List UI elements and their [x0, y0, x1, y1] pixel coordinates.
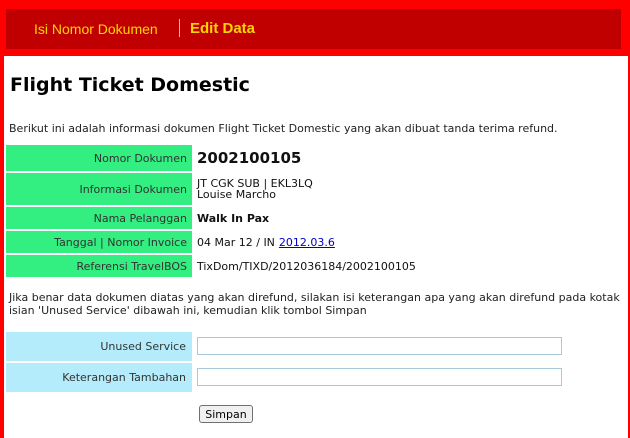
form-row-unused-service: Unused Service — [6, 332, 606, 361]
info-row-nomor-dokumen: Nomor Dokumen 2002100105 — [6, 145, 606, 171]
nama-pelanggan-value: Walk In Pax — [197, 211, 270, 225]
page-title: Flight Ticket Domestic — [10, 74, 250, 96]
info-row-tanggal-invoice: Tanggal | Nomor Invoice 04 Mar 12 / IN 2… — [6, 231, 606, 253]
info-row-nama-pelanggan: Nama Pelanggan Walk In Pax — [6, 207, 606, 229]
info-label: Informasi Dokumen — [6, 173, 192, 205]
form-label: Unused Service — [6, 332, 192, 361]
form-label: Keterangan Tambahan — [6, 363, 192, 392]
info-label: Tanggal | Nomor Invoice — [6, 231, 192, 253]
main-content: Flight Ticket Domestic Berikut ini adala… — [4, 56, 628, 438]
info-label: Nama Pelanggan — [6, 207, 192, 229]
tanggal-text: 04 Mar 12 / IN — [197, 235, 275, 249]
simpan-button[interactable]: Simpan — [199, 405, 253, 423]
passenger-name: Louise Marcho — [197, 188, 276, 201]
informasi-dokumen-value: JT CGK SUB | EKL3LQ Louise Marcho — [197, 173, 313, 205]
keterangan-input[interactable] — [197, 368, 562, 386]
referensi-value: TixDom/TIXD/2012036184/2002100105 — [197, 259, 416, 273]
nav-item-edit-data[interactable]: Edit Data — [190, 20, 255, 38]
instruction-text: Jika benar data dokumen diatas yang akan… — [9, 291, 620, 317]
nav-separator — [179, 19, 180, 37]
info-label: Nomor Dokumen — [6, 145, 192, 171]
nav-bar: Isi Nomor Dokumen Edit Data — [6, 9, 621, 49]
form-row-keterangan: Keterangan Tambahan — [6, 363, 606, 392]
invoice-link[interactable]: 2012.03.6 — [279, 236, 335, 249]
nomor-dokumen-value: 2002100105 — [197, 149, 302, 167]
top-frame — [0, 0, 630, 8]
info-row-referensi: Referensi TravelBOS TixDom/TIXD/20120361… — [6, 255, 606, 277]
nav-item-isi-nomor-dokumen[interactable]: Isi Nomor Dokumen — [34, 20, 158, 38]
intro-text: Berikut ini adalah informasi dokumen Fli… — [9, 122, 558, 135]
tanggal-invoice-value: 04 Mar 12 / IN 2012.03.6 — [197, 231, 335, 253]
unused-service-input[interactable] — [197, 337, 562, 355]
info-row-informasi-dokumen: Informasi Dokumen JT CGK SUB | EKL3LQ Lo… — [6, 173, 606, 205]
info-label: Referensi TravelBOS — [6, 255, 192, 277]
